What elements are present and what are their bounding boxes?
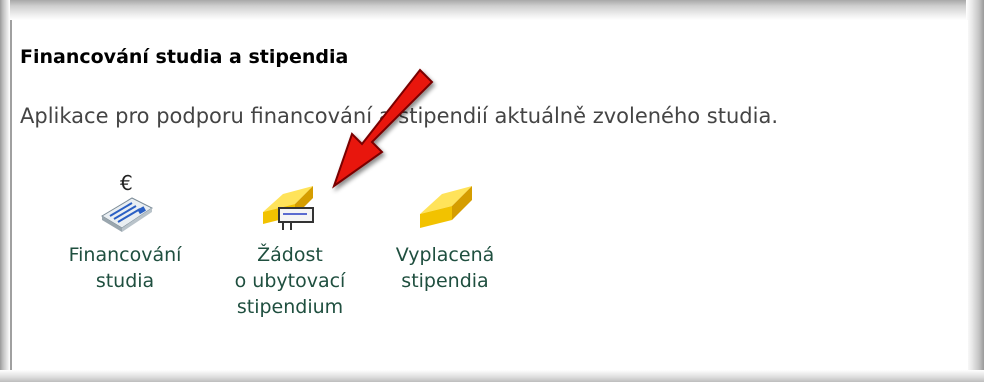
- section-title: Financování studia a stipendia: [20, 46, 349, 68]
- gold-bar-icon: [420, 186, 472, 228]
- window-border-bottom: [0, 370, 984, 382]
- app-zadost-ubytovaci-stipendium[interactable]: Žádost o ubytovací stipendium: [220, 172, 360, 320]
- app-financovani-studia[interactable]: € Financování studia: [55, 172, 195, 294]
- window-border-left: [0, 0, 10, 382]
- section-description: Aplikace pro podporu financování a stipe…: [20, 104, 778, 128]
- app-label: Financování studia: [68, 244, 182, 292]
- window-border-top: [0, 0, 984, 20]
- app-label: Žádost o ubytovací stipendium: [234, 244, 346, 318]
- app-label: Vyplacená stipendia: [395, 244, 495, 292]
- gold-bar-form-icon: [263, 186, 314, 230]
- app-vyplacena-stipendia[interactable]: Vyplacená stipendia: [375, 172, 515, 294]
- app-window: Financování studia a stipendia Aplikace …: [0, 0, 984, 382]
- window-border-right: [966, 0, 984, 382]
- svg-text:€: €: [120, 172, 133, 195]
- euro-document-icon: €: [101, 172, 153, 232]
